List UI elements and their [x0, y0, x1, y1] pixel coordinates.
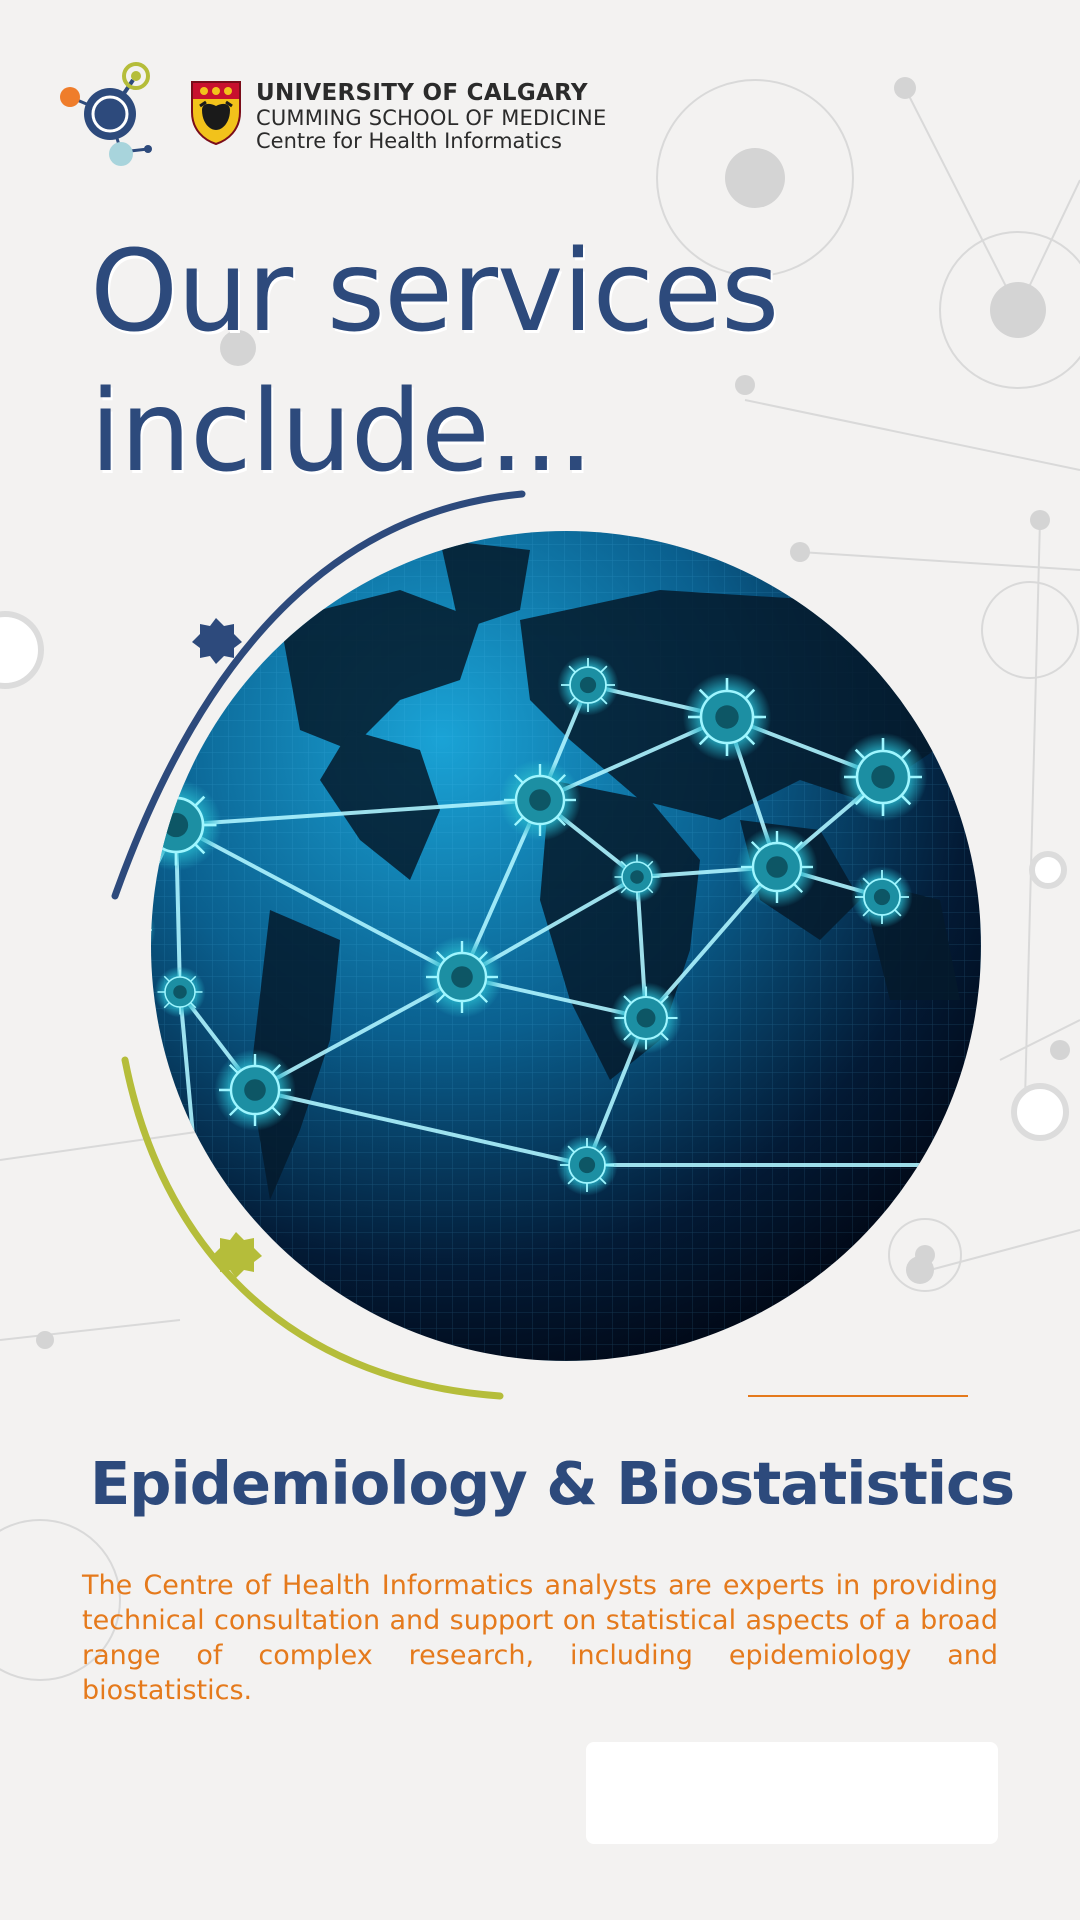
service-description: The Centre of Health Informatics analyst… [82, 1570, 998, 1706]
headline-line-1: Our services [90, 227, 779, 357]
lime-badge-icon [212, 1232, 262, 1278]
headline-line-2: include... [90, 367, 594, 497]
virus-globe-illustration [111, 490, 981, 1400]
university-name: UNIVERSITY OF CALGARY [256, 80, 588, 106]
empty-white-panel [586, 1742, 998, 1844]
university-wordmark: UNIVERSITY OF CALGARY CUMMING SCHOOL OF … [256, 82, 606, 152]
molecule-logo-icon [60, 62, 152, 166]
service-title: Epidemiology & Biostatistics [90, 1449, 1015, 1518]
centre-name: Centre for Health Informatics [256, 129, 562, 153]
university-crest-icon [191, 81, 241, 146]
page-headline: Our services include... [90, 222, 779, 502]
navy-badge-icon [192, 618, 242, 664]
school-name: CUMMING SCHOOL OF MEDICINE [256, 106, 607, 130]
